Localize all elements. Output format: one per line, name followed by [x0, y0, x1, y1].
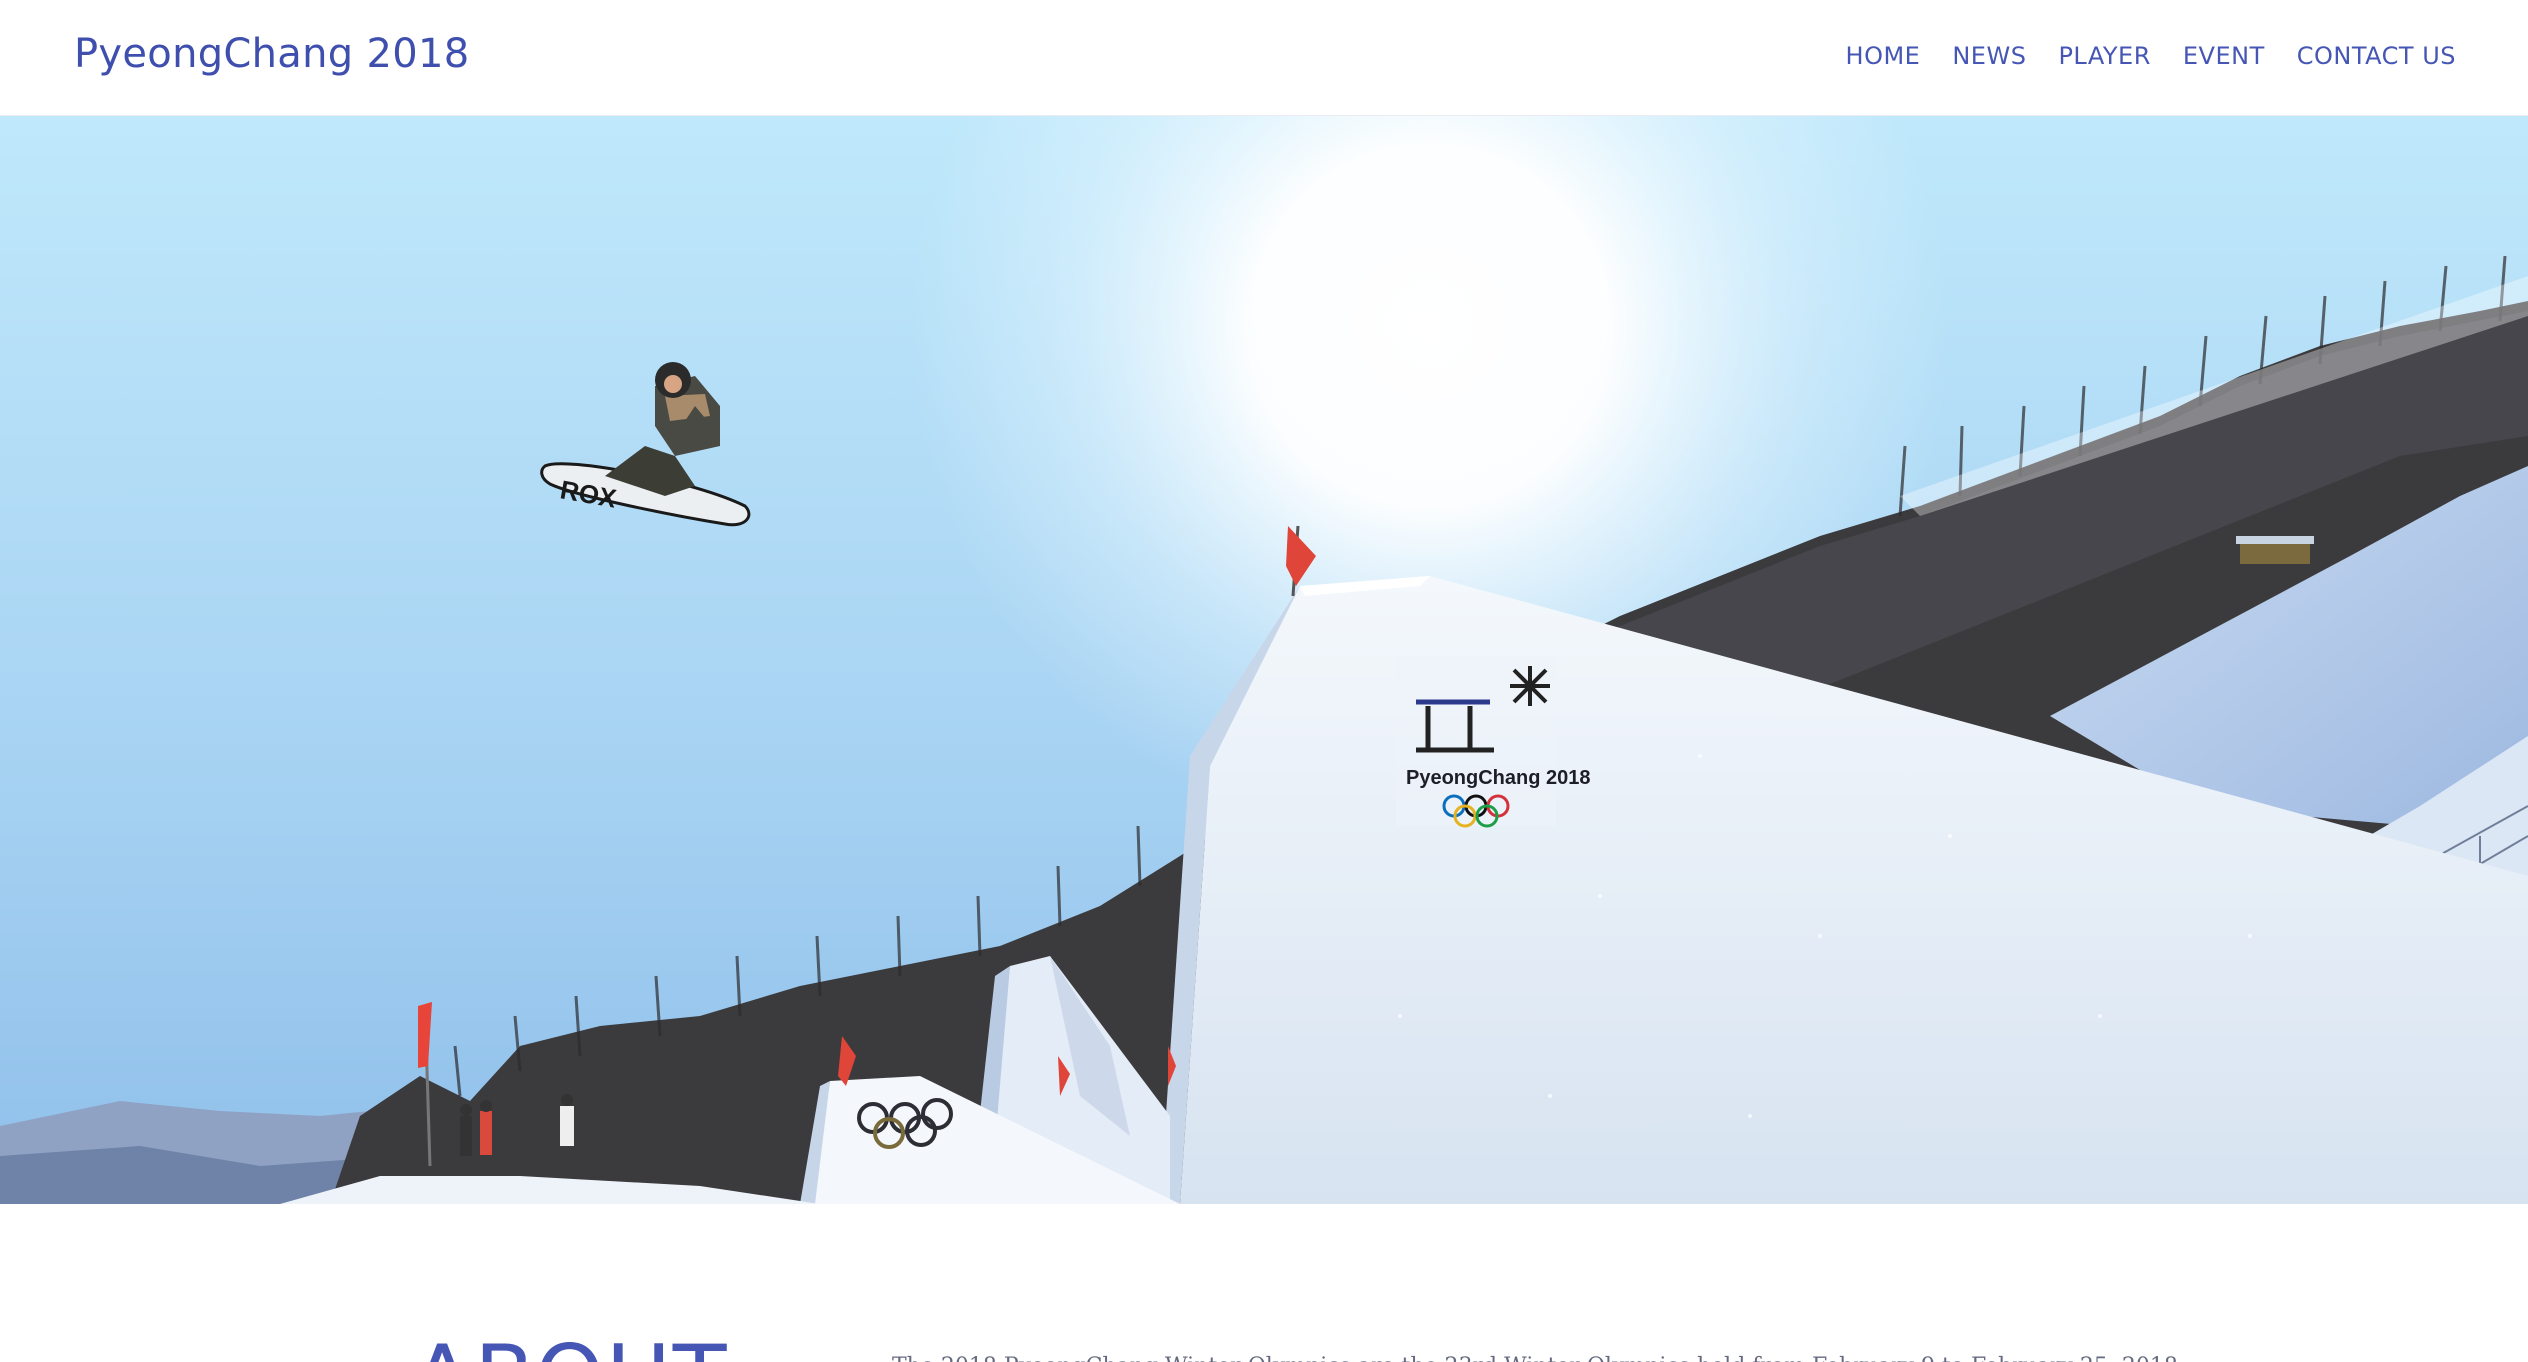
- nav-item-home: HOME: [1846, 36, 1921, 76]
- nav-link-event[interactable]: EVENT: [2183, 42, 2265, 70]
- about-text: The 2018 PyeongChang Winter Olympics are…: [892, 1350, 2192, 1362]
- hero-image: PyeongChang 2018 ROX: [0, 116, 2528, 1204]
- nav-link-contact-us[interactable]: CONTACT US: [2297, 42, 2456, 70]
- nav-item-contact: CONTACT US: [2297, 36, 2456, 76]
- brand-logo-link[interactable]: PyeongChang 2018: [74, 26, 469, 82]
- nav-link-player[interactable]: PLAYER: [2058, 42, 2150, 70]
- nav-item-news: NEWS: [1952, 36, 2026, 76]
- nav-item-player: PLAYER: [2058, 36, 2150, 76]
- about-title: ABOUT: [412, 1328, 728, 1362]
- emblem-text: PyeongChang 2018: [1406, 767, 1591, 789]
- nav-link-home[interactable]: HOME: [1846, 42, 1921, 70]
- snowboard-jump-illustration: PyeongChang 2018 ROX: [0, 116, 2528, 1204]
- about-section: ABOUT The 2018 PyeongChang Winter Olympi…: [0, 1204, 2528, 1362]
- main-nav: HOME NEWS PLAYER EVENT CONTACT US: [1846, 36, 2456, 76]
- site-header: PyeongChang 2018 HOME NEWS PLAYER EVENT …: [0, 0, 2528, 116]
- nav-item-event: EVENT: [2183, 36, 2265, 76]
- nav-link-news[interactable]: NEWS: [1952, 42, 2026, 70]
